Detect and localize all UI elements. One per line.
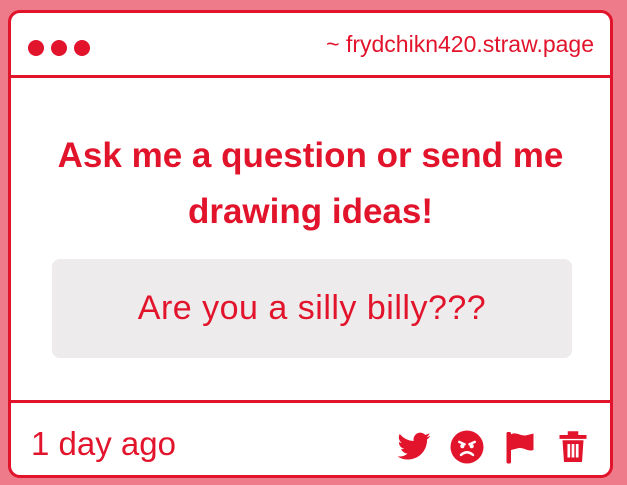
question-card: ~ frydchikn420.straw.page Ask me a quest… [8,10,613,478]
timestamp: 1 day ago [31,425,176,462]
window-dot[interactable] [51,40,67,56]
angry-face-icon[interactable] [449,429,485,465]
window-controls [28,40,90,56]
action-bar [396,429,591,465]
card-content: Ask me a question or send me drawing ide… [11,78,610,400]
window-titlebar: ~ frydchikn420.straw.page [11,13,610,78]
page-url[interactable]: ~ frydchikn420.straw.page [326,31,594,58]
window-dot[interactable] [28,40,44,56]
page-prompt: Ask me a question or send me drawing ide… [57,136,564,231]
question-text: Are you a silly billy??? [137,289,487,327]
window-dot[interactable] [74,40,90,56]
question-box: Are you a silly billy??? [52,259,572,358]
flag-icon[interactable] [502,429,538,465]
twitter-icon[interactable] [396,429,432,465]
trash-icon[interactable] [555,429,591,465]
card-footer: 1 day ago [11,400,610,475]
